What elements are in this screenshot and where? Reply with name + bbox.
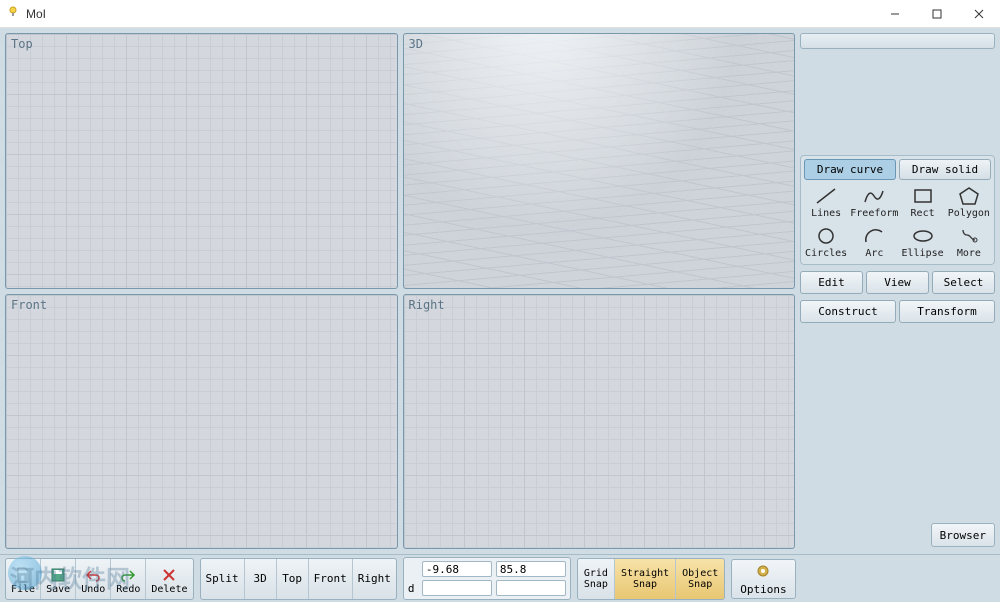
distance-2-input[interactable] [496,580,566,596]
rect-icon [910,185,936,207]
coord-y-input[interactable] [496,561,566,577]
tool-lines[interactable]: Lines [804,183,848,221]
save-icon [51,566,65,584]
viewport-top[interactable]: Top [5,33,398,289]
draw-panel: Draw curve Draw solid Lines Freeform Rec… [800,155,995,265]
file-icon [16,566,30,584]
straight-snap-button[interactable]: StraightSnap [615,559,676,599]
view-right-button[interactable]: Right [353,559,396,599]
viewport-right[interactable]: Right [403,294,796,550]
btn-label: Options [740,583,786,596]
viewport-label: Top [11,37,33,51]
btn-label: Redo [116,584,140,595]
save-button[interactable]: Save [41,559,76,599]
app-icon [6,5,20,22]
undo-icon [85,566,101,584]
viewport-label: 3D [409,37,423,51]
undo-button[interactable]: Undo [76,559,111,599]
distance-1-input[interactable] [422,580,492,596]
tool-more[interactable]: More [947,223,991,261]
btn-label: Undo [81,584,105,595]
tool-label: Rect [911,208,935,219]
maximize-button[interactable] [916,0,958,28]
view-3d-button[interactable]: 3D [245,559,277,599]
btn-label: Save [46,584,70,595]
tool-rect[interactable]: Rect [900,183,944,221]
titlebar: MoI [0,0,1000,28]
viewport-grid: Top 3D Front Right [5,33,795,549]
grid-snap-button[interactable]: GridSnap [578,559,615,599]
bottom-bar: File Save Undo Redo Delete Split 3D Top … [0,554,1000,602]
btn-label: File [11,584,35,595]
browser-button[interactable]: Browser [931,523,995,547]
close-button[interactable] [958,0,1000,28]
viewport-front[interactable]: Front [5,294,398,550]
polygon-icon [956,185,982,207]
tool-polygon[interactable]: Polygon [947,183,991,221]
gear-icon [754,562,772,583]
snap-group: GridSnap StraightSnap ObjectSnap [577,558,725,600]
tool-label: More [957,248,981,259]
right-panel: Draw curve Draw solid Lines Freeform Rec… [800,33,995,549]
main-area: Top 3D Front Right Draw curve Draw solid… [0,28,1000,554]
viewport-3d[interactable]: 3D [403,33,796,289]
window-title: MoI [26,7,46,21]
tool-label: Arc [865,248,883,259]
delete-icon [162,566,176,584]
view-top-button[interactable]: Top [277,559,309,599]
transform-button[interactable]: Transform [899,300,995,323]
file-button[interactable]: File [6,559,41,599]
edit-button[interactable]: Edit [800,271,863,294]
tool-label: Circles [805,248,847,259]
redo-icon [120,566,136,584]
tool-label: Polygon [948,208,990,219]
redo-button[interactable]: Redo [111,559,146,599]
selection-slider[interactable] [800,33,995,49]
tab-draw-curve[interactable]: Draw curve [804,159,896,180]
tool-label: Ellipse [902,248,944,259]
arc-icon [861,225,887,247]
more-icon [956,225,982,247]
freeform-icon [861,185,887,207]
view-button-group: Split 3D Top Front Right [200,558,397,600]
view-front-button[interactable]: Front [309,559,353,599]
tool-label: Lines [811,208,841,219]
distance-label: d [408,582,418,595]
select-button[interactable]: Select [932,271,995,294]
coord-x-input[interactable] [422,561,492,577]
viewport-label: Right [409,298,445,312]
viewport-label: Front [11,298,47,312]
file-button-group: File Save Undo Redo Delete [5,558,194,600]
delete-button[interactable]: Delete [146,559,192,599]
btn-label: Delete [151,584,187,595]
coordinate-box: d [403,557,571,600]
tool-circles[interactable]: Circles [804,223,848,261]
view-button[interactable]: View [866,271,929,294]
construct-button[interactable]: Construct [800,300,896,323]
tool-label: Freeform [850,208,898,219]
tool-arc[interactable]: Arc [850,223,898,261]
tool-freeform[interactable]: Freeform [850,183,898,221]
tool-ellipse[interactable]: Ellipse [900,223,944,261]
object-snap-button[interactable]: ObjectSnap [676,559,724,599]
minimize-button[interactable] [874,0,916,28]
tab-draw-solid[interactable]: Draw solid [899,159,991,180]
options-button[interactable]: Options [731,559,795,599]
view-split-button[interactable]: Split [201,559,245,599]
circle-icon [813,225,839,247]
line-icon [813,185,839,207]
ellipse-icon [910,225,936,247]
